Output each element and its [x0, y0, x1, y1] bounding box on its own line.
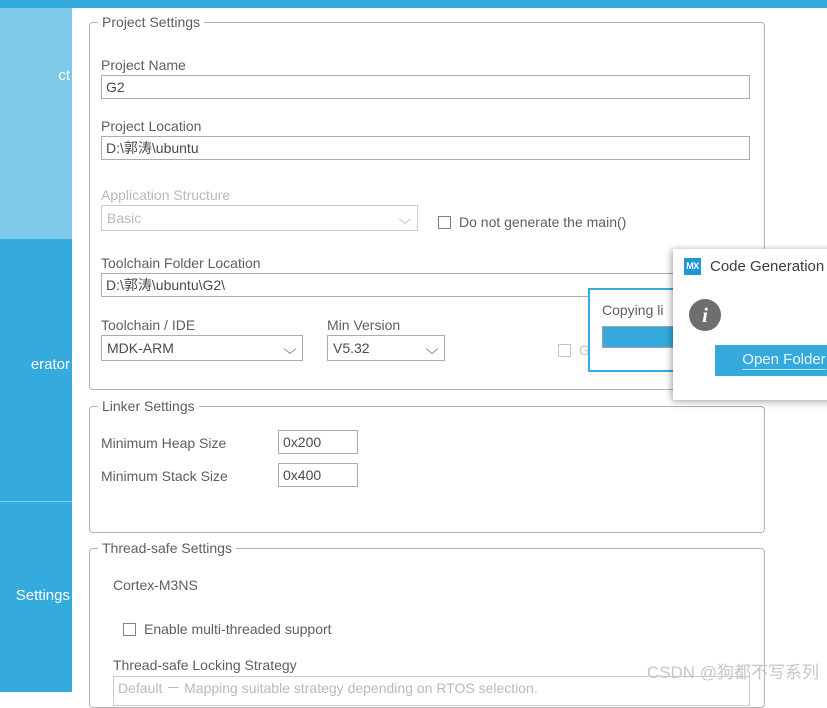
checkbox-box [558, 343, 571, 357]
project-name-label: Project Name [101, 57, 186, 73]
core-name-label: Cortex-M3NS [113, 577, 198, 593]
locking-strategy-select[interactable]: Default － Mapping suitable strategy depe… [113, 676, 750, 706]
sidebar: ct erator Settings [0, 8, 72, 692]
linker-settings-title: Linker Settings [98, 398, 199, 414]
linker-settings-group: Linker Settings Minimum Heap Size 0x200 … [89, 398, 765, 533]
do-not-generate-main-checkbox[interactable]: Do not generate the main() [438, 214, 626, 230]
enable-multithreaded-support-checkbox[interactable]: Enable multi-threaded support [123, 621, 332, 637]
application-structure-label: Application Structure [101, 187, 231, 203]
info-icon: i [689, 299, 721, 331]
sidebar-item-project-label: ct [58, 67, 70, 84]
toolchain-ide-select[interactable]: MDK-ARM [101, 335, 303, 361]
project-location-input[interactable]: D:\郭涛\ubuntu [101, 136, 750, 160]
thread-safe-settings-title: Thread-safe Settings [98, 540, 236, 556]
code-generation-dialog: MX Code Generation i Open Folder [673, 249, 827, 400]
open-folder-button[interactable]: Open Folder [715, 345, 827, 376]
toolchain-ide-label: Toolchain / IDE [101, 317, 196, 333]
toolchain-folder-label: Toolchain Folder Location [101, 255, 261, 271]
minimum-stack-size-label: Minimum Stack Size [101, 468, 228, 484]
project-location-label: Project Location [101, 118, 202, 134]
project-settings-title: Project Settings [98, 14, 205, 30]
checkbox-box [123, 622, 136, 636]
code-generation-dialog-title: Code Generation [710, 257, 825, 275]
cubemx-app-icon: MX [684, 257, 701, 275]
sidebar-item-code-generator[interactable]: erator [0, 239, 72, 501]
checkbox-box [438, 215, 451, 229]
chevron-down-icon [286, 345, 295, 351]
min-version-value: V5.32 [333, 340, 370, 356]
locking-strategy-label: Thread-safe Locking Strategy [113, 657, 297, 673]
application-structure-select[interactable]: Basic [101, 205, 418, 231]
chevron-down-icon [401, 215, 410, 221]
copy-progress-status-text: Copying li [602, 302, 664, 318]
minimum-heap-size-input[interactable]: 0x200 [278, 430, 358, 454]
min-version-label: Min Version [327, 317, 401, 333]
do-not-generate-main-label: Do not generate the main() [459, 214, 627, 230]
sidebar-item-project[interactable]: ct [0, 8, 72, 239]
sidebar-item-advanced-settings-label: Settings [15, 586, 70, 604]
sidebar-item-advanced-settings[interactable]: Settings [0, 502, 72, 692]
min-version-select[interactable]: V5.32 [327, 335, 445, 361]
code-generation-dialog-titlebar: MX Code Generation [673, 249, 827, 283]
top-accent-bar [0, 0, 827, 8]
chevron-down-icon [428, 345, 437, 351]
minimum-stack-size-input[interactable]: 0x400 [278, 463, 358, 487]
open-folder-button-label: Open Folder [742, 351, 826, 370]
toolchain-ide-value: MDK-ARM [107, 340, 174, 356]
enable-multithreaded-support-label: Enable multi-threaded support [144, 621, 332, 637]
sidebar-item-code-generator-label: erator [30, 355, 70, 373]
application-structure-value: Basic [107, 210, 142, 226]
thread-safe-settings-group: Thread-safe Settings Cortex-M3NS Enable … [89, 540, 765, 708]
minimum-heap-size-label: Minimum Heap Size [101, 435, 227, 451]
project-name-input[interactable]: G2 [101, 75, 750, 99]
